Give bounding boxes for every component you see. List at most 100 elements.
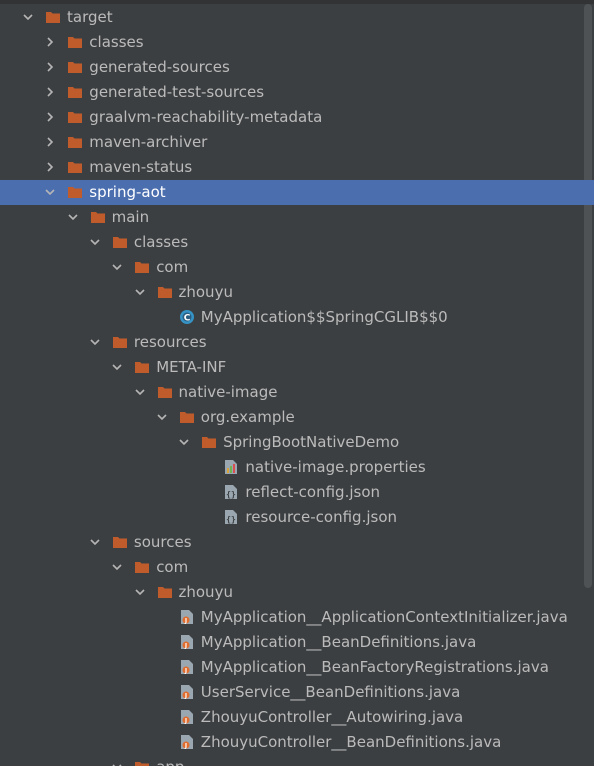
tree-folder-row[interactable]: maven-status [0, 155, 594, 180]
chevron-down-icon[interactable] [111, 261, 123, 273]
chevron-right-icon[interactable] [44, 86, 56, 98]
tree-file-row[interactable]: J ZhouyuController__Autowiring.java [0, 705, 594, 730]
folder-icon [90, 209, 106, 225]
tree-folder-row[interactable]: META-INF [0, 355, 594, 380]
java-file-icon: J [179, 684, 195, 700]
chevron-down-icon[interactable] [178, 436, 190, 448]
tree-item-label: classes [89, 33, 144, 51]
java-file-icon: J [179, 634, 195, 650]
class-file-icon: C [179, 309, 195, 325]
tree-folder-row[interactable]: com [0, 555, 594, 580]
tree-item-label: app [156, 755, 184, 766]
tree-folder-row[interactable]: graalvm-reachability-metadata [0, 105, 594, 130]
folder-icon [112, 334, 128, 350]
svg-text:{}: {} [227, 490, 237, 499]
tree-folder-row[interactable]: generated-sources [0, 55, 594, 80]
tree-file-row[interactable]: J ZhouyuController__BeanDefinitions.java [0, 730, 594, 755]
tree-item-label: native-image.properties [245, 458, 426, 476]
chevron-down-icon[interactable] [111, 761, 123, 766]
chevron-right-icon[interactable] [44, 61, 56, 73]
chevron-right-icon[interactable] [44, 111, 56, 123]
svg-text:J: J [184, 643, 187, 650]
tree-item-label: SpringBootNativeDemo [223, 433, 400, 451]
chevron-right-icon[interactable] [44, 136, 56, 148]
chevron-down-icon[interactable] [134, 586, 146, 598]
svg-text:{}: {} [227, 515, 237, 524]
tree-item-label: native-image [178, 383, 278, 401]
chevron-down-icon[interactable] [89, 536, 101, 548]
tree-file-row[interactable]: {} resource-config.json [0, 505, 594, 530]
tree-folder-row[interactable]: maven-archiver [0, 130, 594, 155]
tree-item-label: resource-config.json [245, 508, 398, 526]
tree-item-label: main [111, 208, 150, 226]
tree-item-label: classes [133, 233, 189, 251]
tree-item-label: maven-status [89, 158, 193, 176]
tree-folder-row[interactable]: sources [0, 530, 594, 555]
tree-folder-row[interactable]: classes [0, 230, 594, 255]
properties-file-icon [223, 459, 239, 475]
tree-file-row[interactable]: J MyApplication__BeanFactoryRegistrations… [0, 655, 594, 680]
tree-folder-row[interactable]: spring-aot [0, 180, 594, 205]
svg-text:J: J [184, 718, 187, 725]
tree-item-label: generated-sources [89, 58, 230, 76]
chevron-down-icon[interactable] [22, 11, 34, 23]
folder-icon [45, 9, 61, 25]
folder-icon [134, 559, 150, 575]
tree-folder-row[interactable]: native-image [0, 380, 594, 405]
tree-item-label: resources [133, 333, 207, 351]
tree-folder-row[interactable]: org.example [0, 405, 594, 430]
tree-item-label: MyApplication__BeanFactoryRegistrations.… [200, 658, 549, 676]
tree-item-label: com [156, 558, 189, 576]
folder-icon [112, 234, 128, 250]
chevron-down-icon[interactable] [67, 211, 79, 223]
chevron-down-icon[interactable] [111, 561, 123, 573]
tree-file-row[interactable]: {} reflect-config.json [0, 480, 594, 505]
tree-item-label: reflect-config.json [245, 483, 381, 501]
tree-file-row[interactable]: C MyApplication$$SpringCGLIB$$0 [0, 305, 594, 330]
svg-text:J: J [184, 618, 187, 625]
chevron-down-icon[interactable] [44, 186, 56, 198]
tree-folder-row[interactable]: SpringBootNativeDemo [0, 430, 594, 455]
tree-folder-row[interactable]: app [0, 755, 594, 766]
chevron-down-icon[interactable] [89, 336, 101, 348]
java-file-icon: J [179, 734, 195, 750]
tree-item-label: org.example [200, 408, 295, 426]
chevron-down-icon[interactable] [134, 386, 146, 398]
tree-folder-row[interactable]: generated-test-sources [0, 80, 594, 105]
chevron-down-icon[interactable] [134, 286, 146, 298]
folder-icon [112, 534, 128, 550]
tree-folder-row[interactable]: zhouyu [0, 280, 594, 305]
tree-file-row[interactable]: J MyApplication__ApplicationContextInitia… [0, 605, 594, 630]
chevron-down-icon[interactable] [89, 236, 101, 248]
tree-item-label: spring-aot [89, 183, 166, 201]
project-tree: target classes generated-sources generated-… [0, 0, 594, 766]
top-edge [0, 0, 594, 4]
tree-file-row[interactable]: J UserService__BeanDefinitions.java [0, 680, 594, 705]
tree-folder-row[interactable]: target [0, 5, 594, 30]
tree-item-label: MyApplication__BeanDefinitions.java [200, 633, 477, 651]
tree-folder-row[interactable]: resources [0, 330, 594, 355]
folder-icon [179, 409, 195, 425]
java-file-icon: J [179, 659, 195, 675]
chevron-down-icon[interactable] [156, 411, 168, 423]
tree-file-row[interactable]: native-image.properties [0, 455, 594, 480]
tree-folder-row[interactable]: main [0, 205, 594, 230]
svg-text:J: J [184, 743, 187, 750]
tree-folder-row[interactable]: classes [0, 30, 594, 55]
folder-icon [67, 134, 83, 150]
tree-item-label: META-INF [156, 358, 227, 376]
svg-text:J: J [184, 693, 187, 700]
tree-file-row[interactable]: J MyApplication__BeanDefinitions.java [0, 630, 594, 655]
tree-item-label: zhouyu [178, 583, 233, 601]
tree-folder-row[interactable]: com [0, 255, 594, 280]
folder-icon [134, 259, 150, 275]
chevron-down-icon[interactable] [111, 361, 123, 373]
folder-icon [67, 34, 83, 50]
tree-item-label: generated-test-sources [89, 83, 265, 101]
tree-folder-row[interactable]: zhouyu [0, 580, 594, 605]
folder-icon [134, 359, 150, 375]
chevron-right-icon[interactable] [44, 36, 56, 48]
folder-icon [157, 284, 173, 300]
folder-icon [157, 584, 173, 600]
chevron-right-icon[interactable] [44, 161, 56, 173]
